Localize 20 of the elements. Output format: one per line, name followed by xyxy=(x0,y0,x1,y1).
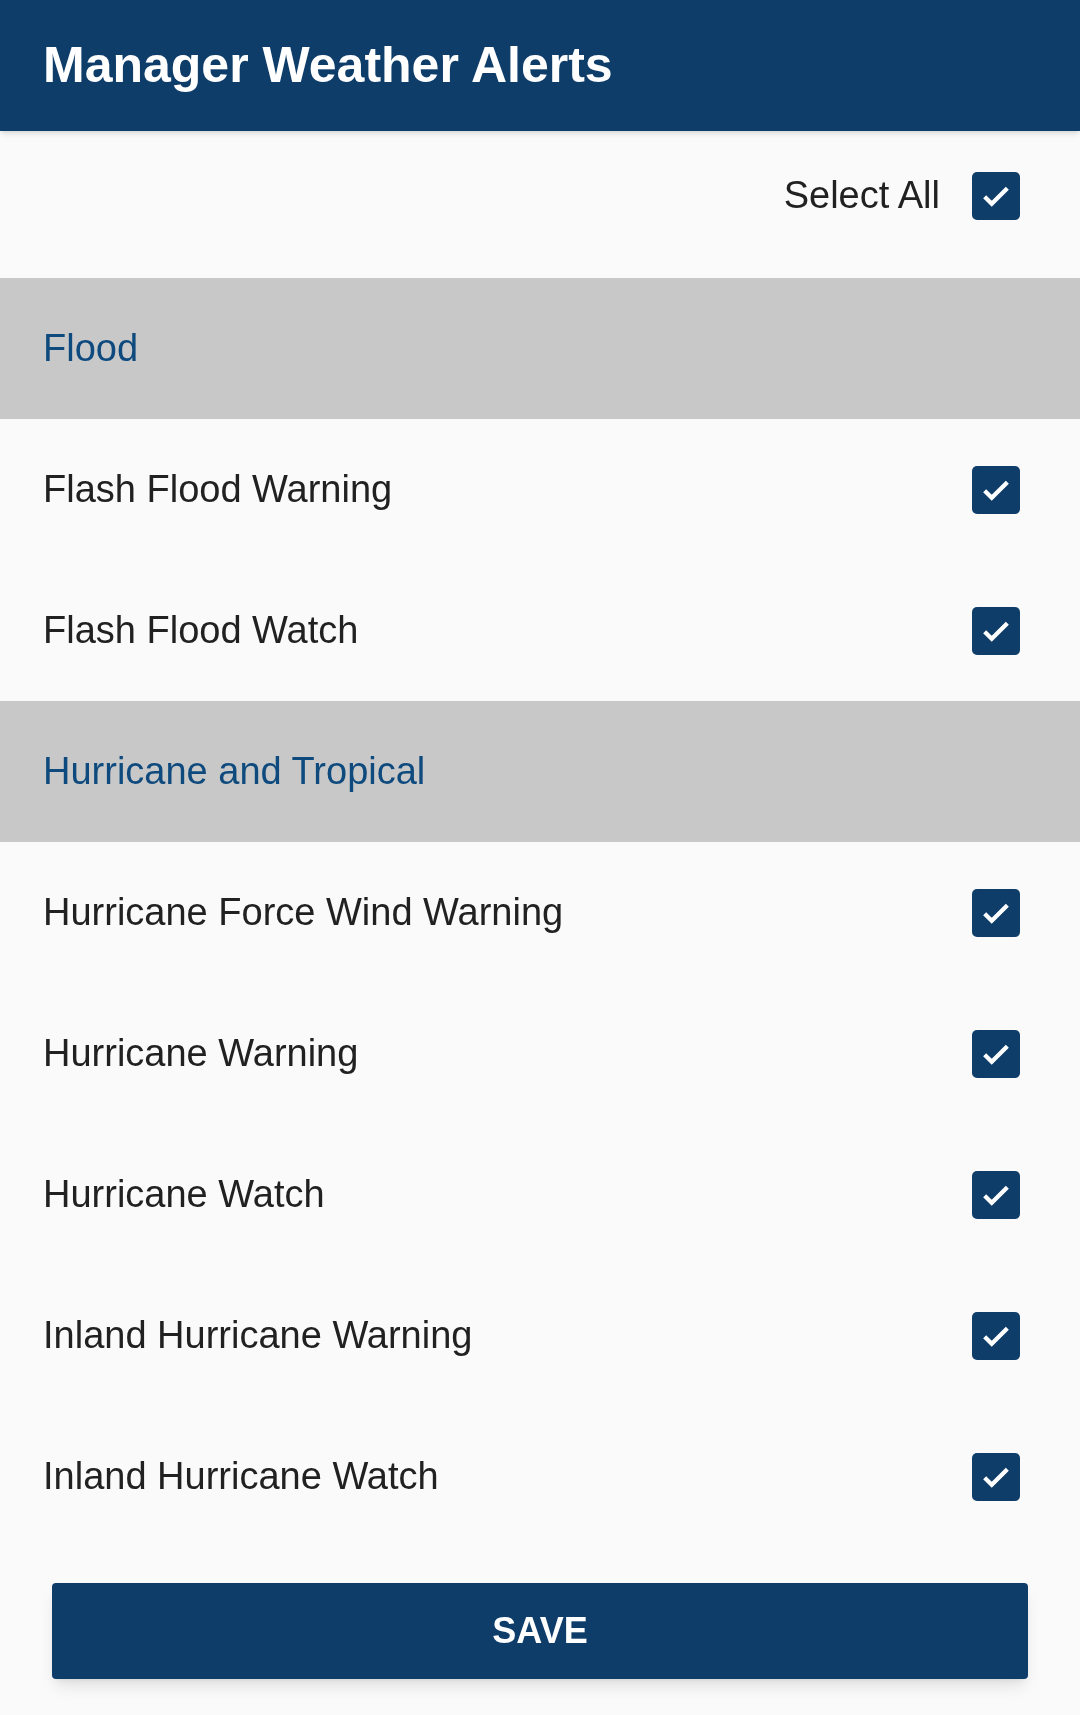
checkbox[interactable] xyxy=(972,1170,1020,1219)
checkbox[interactable] xyxy=(972,1311,1020,1360)
checkbox[interactable] xyxy=(972,888,1020,937)
app-bar-title: Manager Weather Alerts xyxy=(43,36,613,95)
checkbox[interactable] xyxy=(972,465,1020,514)
alert-label: Inland Hurricane Warning xyxy=(43,1313,473,1358)
section-header: Flood xyxy=(0,278,1080,419)
save-button[interactable]: SAVE xyxy=(52,1583,1028,1679)
checkbox[interactable] xyxy=(972,1452,1020,1501)
alert-label: Hurricane Watch xyxy=(43,1172,325,1217)
section-header: Hurricane and Tropical xyxy=(0,701,1080,842)
select-all-label: Select All xyxy=(783,173,940,218)
alert-label: Flash Flood Watch xyxy=(43,608,359,653)
alert-label: Flash Flood Warning xyxy=(43,467,393,512)
checkbox[interactable] xyxy=(972,1029,1020,1078)
alert-label: Hurricane Force Wind Warning xyxy=(43,890,564,935)
alert-label: Hurricane Warning xyxy=(43,1031,359,1076)
checkbox[interactable] xyxy=(972,171,1020,220)
alert-label: Inland Hurricane Watch xyxy=(43,1454,439,1499)
checkbox[interactable] xyxy=(972,606,1020,655)
